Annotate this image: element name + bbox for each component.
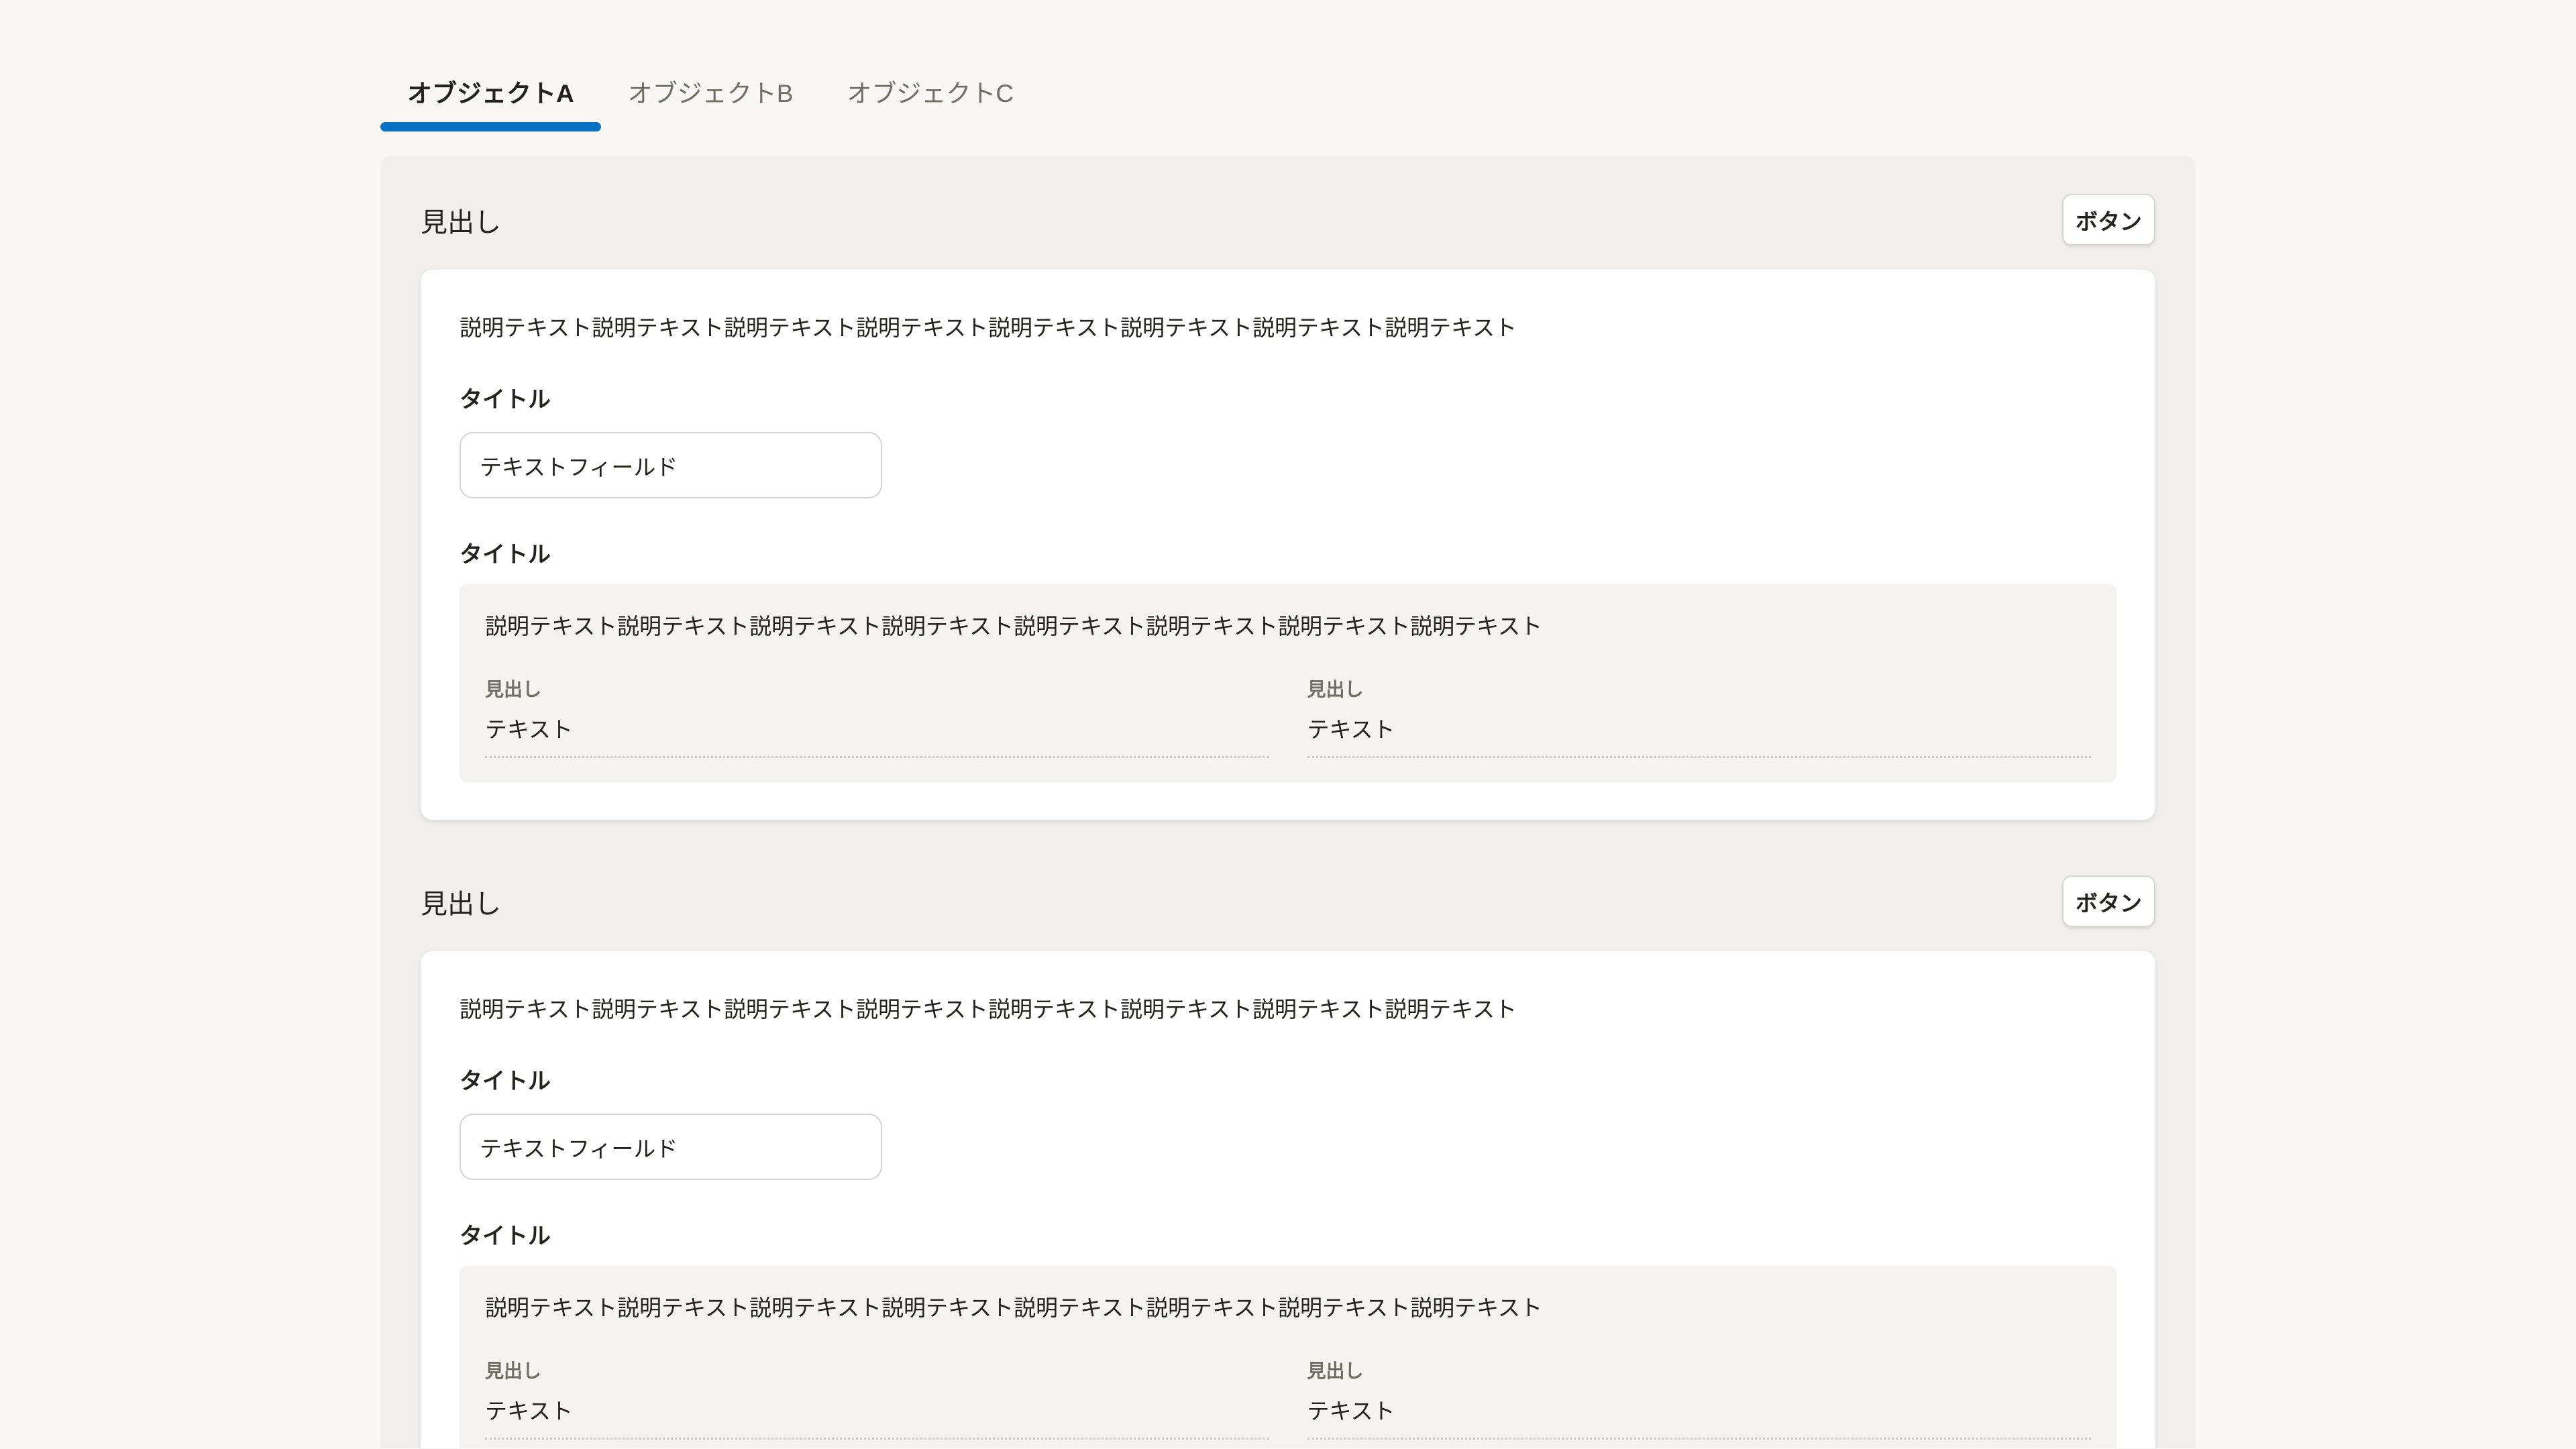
definition-term: 見出し [485, 677, 1269, 702]
tab-bar: オブジェクトA オブジェクトB オブジェクトC [380, 79, 2196, 131]
tab-object-a[interactable]: オブジェクトA [380, 79, 601, 131]
section-1-heading: 見出し [421, 201, 501, 239]
definition-item: 見出し テキスト [485, 677, 1269, 758]
definition-term: 見出し [1307, 677, 2092, 702]
section-1-button[interactable]: ボタン [2062, 194, 2155, 246]
box-description: 説明テキスト説明テキスト説明テキスト説明テキスト説明テキスト説明テキスト説明テキ… [485, 611, 2091, 642]
card-description: 説明テキスト説明テキスト説明テキスト説明テキスト説明テキスト説明テキスト説明テキ… [460, 994, 2116, 1025]
content-container: 見出し ボタン 説明テキスト説明テキスト説明テキスト説明テキスト説明テキスト説明… [380, 156, 2196, 1448]
box-label: タイトル [460, 541, 2116, 568]
definition-value: テキスト [1307, 1396, 2092, 1427]
section-2-header: 見出し ボタン [421, 875, 2155, 927]
definition-list: 見出し テキスト 見出し テキスト [485, 677, 2091, 758]
section-1-header: 見出し ボタン [421, 194, 2155, 246]
definition-item: 見出し テキスト [1307, 1358, 2092, 1440]
card-description: 説明テキスト説明テキスト説明テキスト説明テキスト説明テキスト説明テキスト説明テキ… [460, 313, 2116, 343]
definition-list: 見出し テキスト 見出し テキスト [485, 1358, 2091, 1440]
definition-term: 見出し [1307, 1358, 2092, 1384]
definition-value: テキスト [485, 1396, 1269, 1427]
field-group: タイトル [460, 386, 2116, 498]
field-label: タイトル [460, 1068, 2116, 1095]
section-2: 見出し ボタン 説明テキスト説明テキスト説明テキスト説明テキスト説明テキスト説明… [421, 875, 2155, 1448]
tab-object-b[interactable]: オブジェクトB [601, 79, 820, 131]
inner-box: 説明テキスト説明テキスト説明テキスト説明テキスト説明テキスト説明テキスト説明テキ… [460, 584, 2116, 782]
page: オブジェクトA オブジェクトB オブジェクトC 見出し ボタン 説明テキスト説明… [0, 0, 2576, 1449]
box-group: タイトル 説明テキスト説明テキスト説明テキスト説明テキスト説明テキスト説明テキス… [460, 1223, 2116, 1448]
definition-item: 見出し テキスト [1307, 677, 2092, 758]
section-2-heading: 見出し [421, 882, 501, 921]
box-group: タイトル 説明テキスト説明テキスト説明テキスト説明テキスト説明テキスト説明テキス… [460, 541, 2116, 782]
inner-box: 説明テキスト説明テキスト説明テキスト説明テキスト説明テキスト説明テキスト説明テキ… [460, 1266, 2116, 1448]
box-label: タイトル [460, 1223, 2116, 1250]
definition-item: 見出し テキスト [485, 1358, 1269, 1440]
text-field[interactable] [460, 432, 882, 498]
definition-value: テキスト [485, 714, 1269, 745]
tab-object-c[interactable]: オブジェクトC [820, 79, 1040, 131]
text-field[interactable] [460, 1114, 882, 1180]
section-2-button[interactable]: ボタン [2062, 875, 2155, 927]
definition-value: テキスト [1307, 714, 2092, 745]
section-2-card: 説明テキスト説明テキスト説明テキスト説明テキスト説明テキスト説明テキスト説明テキ… [421, 951, 2155, 1448]
field-label: タイトル [460, 386, 2116, 413]
definition-term: 見出し [485, 1358, 1269, 1384]
field-group: タイトル [460, 1068, 2116, 1180]
section-1: 見出し ボタン 説明テキスト説明テキスト説明テキスト説明テキスト説明テキスト説明… [421, 194, 2155, 820]
section-1-card: 説明テキスト説明テキスト説明テキスト説明テキスト説明テキスト説明テキスト説明テキ… [421, 270, 2155, 820]
box-description: 説明テキスト説明テキスト説明テキスト説明テキスト説明テキスト説明テキスト説明テキ… [485, 1293, 2091, 1324]
